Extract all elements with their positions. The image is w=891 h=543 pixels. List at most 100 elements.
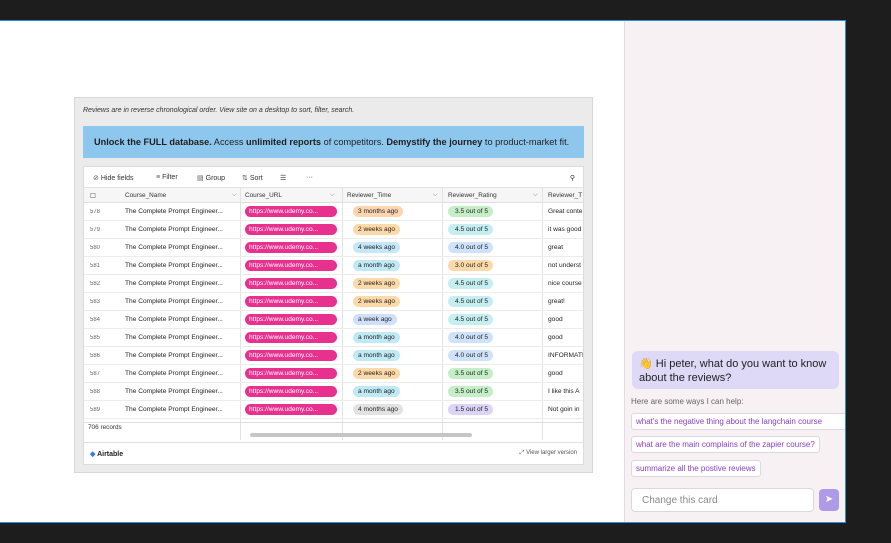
reviewer-rating-tag: 4.5 out of 5 xyxy=(448,224,493,235)
course-url-link[interactable]: https://www.udemy.co... xyxy=(245,314,337,325)
reviewer-text-cell: good xyxy=(548,334,563,341)
course-url-link[interactable]: https://www.udemy.co... xyxy=(245,350,337,361)
airtable-logo[interactable]: ◆ Airtable xyxy=(90,450,123,458)
sort-button[interactable]: ⇅ Sort xyxy=(242,174,263,182)
group-icon: ▤ xyxy=(197,175,204,182)
table-row[interactable]: 585 The Complete Prompt Engineer... https:… xyxy=(84,329,583,347)
column-header-course-url[interactable]: Course_URL xyxy=(245,192,282,199)
table-row[interactable]: 584 The Complete Prompt Engineer... https:… xyxy=(84,311,583,329)
suggestion-chip[interactable]: what's the negative thing about the lang… xyxy=(631,413,845,430)
chevron-down-icon[interactable]: ⌵ xyxy=(533,192,538,199)
column-header-course-name[interactable]: Course_Name xyxy=(125,192,166,199)
reviewer-rating-tag: 4.5 out of 5 xyxy=(448,314,493,325)
grid-body[interactable]: 578 The Complete Prompt Engineer... https:… xyxy=(84,203,583,421)
reviewer-time-tag: 2 weeks ago xyxy=(353,296,401,307)
reviewer-time-tag: a month ago xyxy=(353,332,400,343)
chat-sidebar: 👋 Hi peter, what do you want to know abo… xyxy=(624,21,845,522)
course-url-link[interactable]: https://www.udemy.co... xyxy=(245,296,337,307)
group-button[interactable]: ▤ Group xyxy=(197,174,225,182)
reviewer-rating-tag: 3.5 out of 5 xyxy=(448,386,493,397)
row-number: 581 xyxy=(90,262,101,269)
assistant-greeting: 👋 Hi peter, what do you want to know abo… xyxy=(632,351,839,389)
reviewer-rating-tag: 1.5 out of 5 xyxy=(448,404,493,415)
course-url-link[interactable]: https://www.udemy.co... xyxy=(245,368,337,379)
reviewer-rating-tag: 3.5 out of 5 xyxy=(448,206,493,217)
record-count: 706 records xyxy=(88,424,122,431)
course-name-cell: The Complete Prompt Engineer... xyxy=(125,244,223,251)
airtable-footer: ◆ Airtable ⤢ View larger version xyxy=(84,442,583,464)
course-url-link[interactable]: https://www.udemy.co... xyxy=(245,224,337,235)
table-row[interactable]: 580 The Complete Prompt Engineer... https:… xyxy=(84,239,583,257)
wave-hand-icon: 👋 xyxy=(639,358,653,370)
reviewer-time-tag: 4 weeks ago xyxy=(353,242,401,253)
table-row[interactable]: 578 The Complete Prompt Engineer... https:… xyxy=(84,203,583,221)
search-icon[interactable]: ⚲ xyxy=(570,174,575,182)
course-url-link[interactable]: https://www.udemy.co... xyxy=(245,278,337,289)
table-row[interactable]: 587 The Complete Prompt Engineer... https:… xyxy=(84,365,583,383)
row-height-icon[interactable]: ☰ xyxy=(280,174,286,182)
view-larger-link[interactable]: ⤢ View larger version xyxy=(520,450,577,457)
course-url-link[interactable]: https://www.udemy.co... xyxy=(245,404,337,415)
row-number: 582 xyxy=(90,280,101,287)
column-header-reviewer-time[interactable]: Reviewer_Time xyxy=(347,192,391,199)
reviewer-rating-tag: 4.0 out of 5 xyxy=(448,242,493,253)
table-row[interactable]: 589 The Complete Prompt Engineer... https:… xyxy=(84,401,583,419)
sort-icon: ⇅ xyxy=(242,175,248,182)
reviewer-text-cell: Not goin in xyxy=(548,406,580,413)
card-note: Reviews are in reverse chronological ord… xyxy=(83,107,355,114)
table-row[interactable]: 586 The Complete Prompt Engineer... https:… xyxy=(84,347,583,365)
filter-icon: ≡ xyxy=(156,174,161,181)
reviewer-text-cell: I like this A xyxy=(548,388,580,395)
row-number: 580 xyxy=(90,244,101,251)
eye-off-icon: ⊘ xyxy=(93,175,99,182)
column-header-reviewer-text[interactable]: Reviewer_T xyxy=(548,192,582,199)
suggestion-chip[interactable]: what are the main complains of the zapie… xyxy=(631,436,820,453)
grid-toolbar: ⊘ Hide fields ≡ Filter ▤ Group ⇅ Sort ☰ ··· … xyxy=(84,167,583,188)
course-url-link[interactable]: https://www.udemy.co... xyxy=(245,260,337,271)
banner-text-2: Access xyxy=(211,137,246,147)
select-all-checkbox[interactable]: ☐ xyxy=(90,192,96,200)
reviewer-time-tag: 2 weeks ago xyxy=(353,224,401,235)
reviewer-text-cell: INFORMATI xyxy=(548,352,583,359)
course-url-link[interactable]: https://www.udemy.co... xyxy=(245,386,337,397)
filter-button[interactable]: ≡ Filter xyxy=(156,174,178,181)
send-button[interactable]: ➤ xyxy=(819,489,839,511)
reviewer-rating-tag: 4.5 out of 5 xyxy=(448,296,493,307)
course-url-link[interactable]: https://www.udemy.co... xyxy=(245,206,337,217)
table-row[interactable]: 590The Complete Prompt Engineer...https:… xyxy=(84,419,583,421)
course-url-link[interactable]: https://www.udemy.co... xyxy=(245,242,337,253)
banner-strong-5: Demystify the journey xyxy=(386,137,483,147)
hide-fields-button[interactable]: ⊘ Hide fields xyxy=(93,174,134,182)
airtable-icon: ◆ xyxy=(90,451,96,458)
reviewer-time-tag: a month ago xyxy=(353,350,400,361)
course-name-cell: The Complete Prompt Engineer... xyxy=(125,352,223,359)
course-url-link[interactable]: https://www.udemy.co... xyxy=(245,332,337,343)
course-name-cell: The Complete Prompt Engineer... xyxy=(125,388,223,395)
reviewer-time-tag: a month ago xyxy=(353,386,400,397)
table-row[interactable]: 579 The Complete Prompt Engineer... https:… xyxy=(84,221,583,239)
unlock-banner[interactable]: Unlock the FULL database. Access unlimit… xyxy=(83,126,584,158)
horizontal-scrollbar[interactable] xyxy=(250,433,472,437)
chat-input[interactable] xyxy=(631,488,814,512)
column-header-reviewer-rating[interactable]: Reviewer_Rating xyxy=(448,192,497,199)
reviewer-time-tag: a week ago xyxy=(353,314,397,325)
reviewer-time-tag: 2 weeks ago xyxy=(353,368,401,379)
greeting-text: Hi peter, what do you want to know about… xyxy=(639,358,827,384)
chevron-down-icon[interactable]: ⌵ xyxy=(330,192,335,199)
row-number: 589 xyxy=(90,406,101,413)
table-row[interactable]: 583 The Complete Prompt Engineer... https:… xyxy=(84,293,583,311)
table-row[interactable]: 588 The Complete Prompt Engineer... https:… xyxy=(84,383,583,401)
table-row[interactable]: 582 The Complete Prompt Engineer... https:… xyxy=(84,275,583,293)
chevron-down-icon[interactable]: ⌵ xyxy=(433,192,438,199)
row-number: 584 xyxy=(90,316,101,323)
reviewer-text-cell: it was good xyxy=(548,226,582,233)
chevron-down-icon[interactable]: ⌵ xyxy=(232,192,237,199)
suggestion-chip[interactable]: summarize all the postive reviews xyxy=(631,460,761,477)
main-panel: Reviews are in reverse chronological ord… xyxy=(0,21,624,522)
table-row[interactable]: 581 The Complete Prompt Engineer... https:… xyxy=(84,257,583,275)
more-button[interactable]: ··· xyxy=(306,174,313,181)
row-number: 578 xyxy=(90,208,101,215)
send-icon: ➤ xyxy=(824,494,834,505)
filter-label: Filter xyxy=(162,174,178,181)
airtable-name: Airtable xyxy=(97,451,124,458)
